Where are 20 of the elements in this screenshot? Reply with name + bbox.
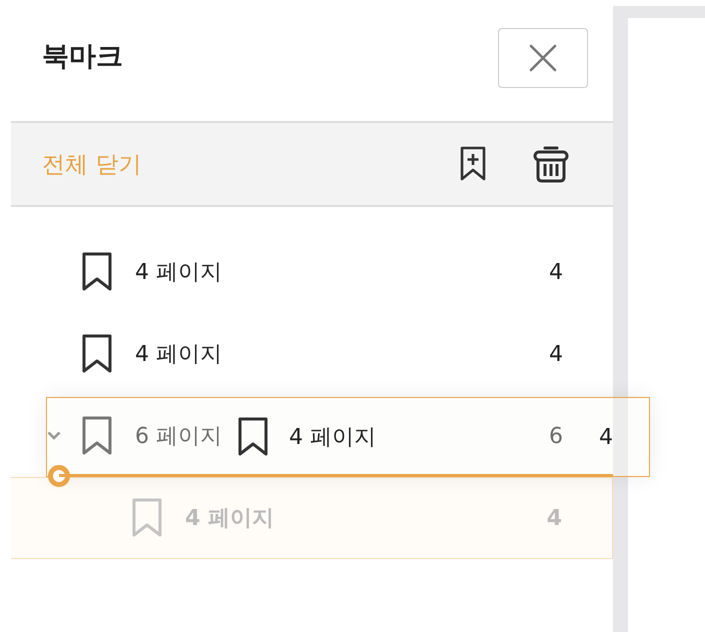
- panel-title: 북마크: [42, 40, 123, 74]
- bookmark-icon: [81, 334, 113, 374]
- bookmark-title: 4 페이지: [289, 424, 376, 452]
- page-number: 4: [546, 506, 562, 530]
- page-number: 4: [599, 424, 613, 450]
- bookmark-icon: [81, 252, 113, 292]
- close-icon: [528, 42, 558, 72]
- add-bookmark-icon[interactable]: [459, 146, 487, 182]
- bookmark-title[interactable]: 6 페이지: [135, 421, 222, 451]
- page-number: 4: [549, 342, 563, 366]
- page-number: 4: [549, 260, 563, 284]
- chevron-icon[interactable]: [47, 431, 61, 441]
- bookmark-icon: [81, 416, 113, 456]
- close-button[interactable]: [498, 28, 588, 88]
- page-number: 6: [549, 424, 563, 448]
- bookmark-title[interactable]: 4 페이지: [135, 257, 222, 287]
- bookmark-title[interactable]: 4 페이지: [135, 339, 222, 369]
- delete-icon[interactable]: [533, 145, 569, 183]
- bookmark-icon: [131, 498, 163, 538]
- bookmark-icon: [237, 417, 269, 457]
